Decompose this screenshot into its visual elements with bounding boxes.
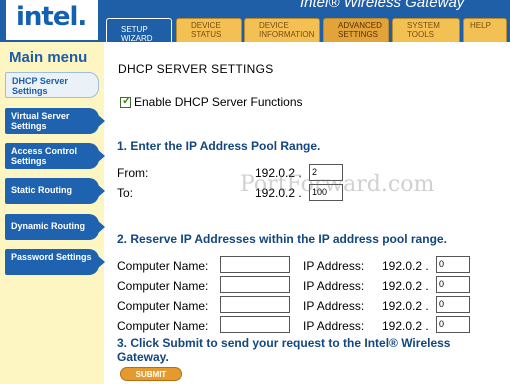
main-content: DHCP SERVER SETTINGS ✓ Enable DHCP Serve… bbox=[104, 42, 510, 384]
tab-device-status[interactable]: DEVICE STATUS bbox=[176, 18, 242, 42]
tab-setup-wizard[interactable]: SETUP WIZARD bbox=[106, 18, 172, 43]
from-label: From: bbox=[117, 166, 149, 180]
reserve-ip-input[interactable]: 0 bbox=[436, 316, 470, 333]
computer-name-input[interactable] bbox=[220, 256, 290, 273]
ip-address-label: IP Address: bbox=[303, 259, 365, 273]
ip-address-label: IP Address: bbox=[303, 319, 365, 333]
sidebar-item-label: Virtual Server Settings bbox=[11, 111, 70, 131]
top-tabs: SETUP WIZARD DEVICE STATUS DEVICE INFORM… bbox=[104, 18, 510, 43]
computer-name-label: Computer Name: bbox=[117, 299, 209, 313]
reserve-ip-input[interactable]: 0 bbox=[436, 296, 470, 313]
ip-prefix: 192.0.2 . bbox=[382, 279, 429, 293]
ip-prefix: 192.0.2 . bbox=[382, 259, 429, 273]
tab-system-tools[interactable]: SYSTEM TOOLS bbox=[392, 18, 460, 42]
sidebar-item-dynamic-routing[interactable]: Dynamic Routing bbox=[5, 214, 105, 240]
sidebar-item-label: Dynamic Routing bbox=[11, 221, 86, 231]
tab-advanced-settings[interactable]: ADVANCED SETTINGS bbox=[323, 18, 389, 42]
submit-button[interactable]: SUBMIT bbox=[120, 367, 182, 381]
sidebar-item-label: Password Settings bbox=[11, 252, 92, 262]
sidebar-item-label: Access Control Settings bbox=[11, 146, 78, 166]
ip-address-label: IP Address: bbox=[303, 299, 365, 313]
sidebar-item-static-routing[interactable]: Static Routing bbox=[5, 178, 105, 204]
sidebar-item-dhcp-server[interactable]: DHCP Server Settings bbox=[5, 72, 99, 98]
enable-dhcp-checkbox[interactable]: ✓ bbox=[120, 95, 132, 108]
sidebar-item-label: Static Routing bbox=[11, 185, 72, 195]
computer-name-label: Computer Name: bbox=[117, 279, 209, 293]
checkmark-icon: ✓ bbox=[122, 95, 132, 107]
ip-address-label: IP Address: bbox=[303, 279, 365, 293]
page-title: DHCP SERVER SETTINGS bbox=[118, 62, 274, 76]
intel-logo: intel. bbox=[6, 0, 98, 42]
logo-text: intel. bbox=[16, 2, 87, 32]
product-title: Intel® Wireless Gateway bbox=[300, 0, 465, 11]
computer-name-input[interactable] bbox=[220, 296, 290, 313]
computer-name-label: Computer Name: bbox=[117, 319, 209, 333]
main-menu-title: Main menu bbox=[9, 49, 88, 66]
section-submit-instructions: 3. Click Submit to send your request to … bbox=[117, 336, 451, 364]
sidebar-item-label: DHCP Server Settings bbox=[12, 76, 68, 96]
reserve-ip-input[interactable]: 0 bbox=[436, 256, 470, 273]
computer-name-label: Computer Name: bbox=[117, 259, 209, 273]
sidebar-item-password[interactable]: Password Settings bbox=[5, 249, 105, 275]
computer-name-input[interactable] bbox=[220, 316, 290, 333]
computer-name-input[interactable] bbox=[220, 276, 290, 293]
ip-prefix: 192.0.2 . bbox=[382, 319, 429, 333]
reserve-ip-input[interactable]: 0 bbox=[436, 276, 470, 293]
sidebar: Main menu DHCP Server Settings Virtual S… bbox=[0, 42, 105, 384]
tab-help[interactable]: HELP bbox=[463, 18, 507, 42]
enable-dhcp-label: Enable DHCP Server Functions bbox=[134, 95, 303, 109]
sidebar-item-access-control[interactable]: Access Control Settings bbox=[5, 143, 105, 169]
section-reserve: 2. Reserve IP Addresses within the IP ad… bbox=[117, 232, 447, 246]
ip-prefix: 192.0.2 . bbox=[382, 299, 429, 313]
sidebar-item-virtual-server[interactable]: Virtual Server Settings bbox=[5, 108, 105, 134]
tab-device-information[interactable]: DEVICE INFORMATION bbox=[244, 18, 320, 42]
section-pool-range: 1. Enter the IP Address Pool Range. bbox=[117, 139, 321, 153]
to-label: To: bbox=[117, 186, 134, 200]
watermark: PortForward.com bbox=[240, 172, 435, 197]
header-bar: intel. Intel® Wireless Gateway SETUP WIZ… bbox=[0, 0, 510, 43]
